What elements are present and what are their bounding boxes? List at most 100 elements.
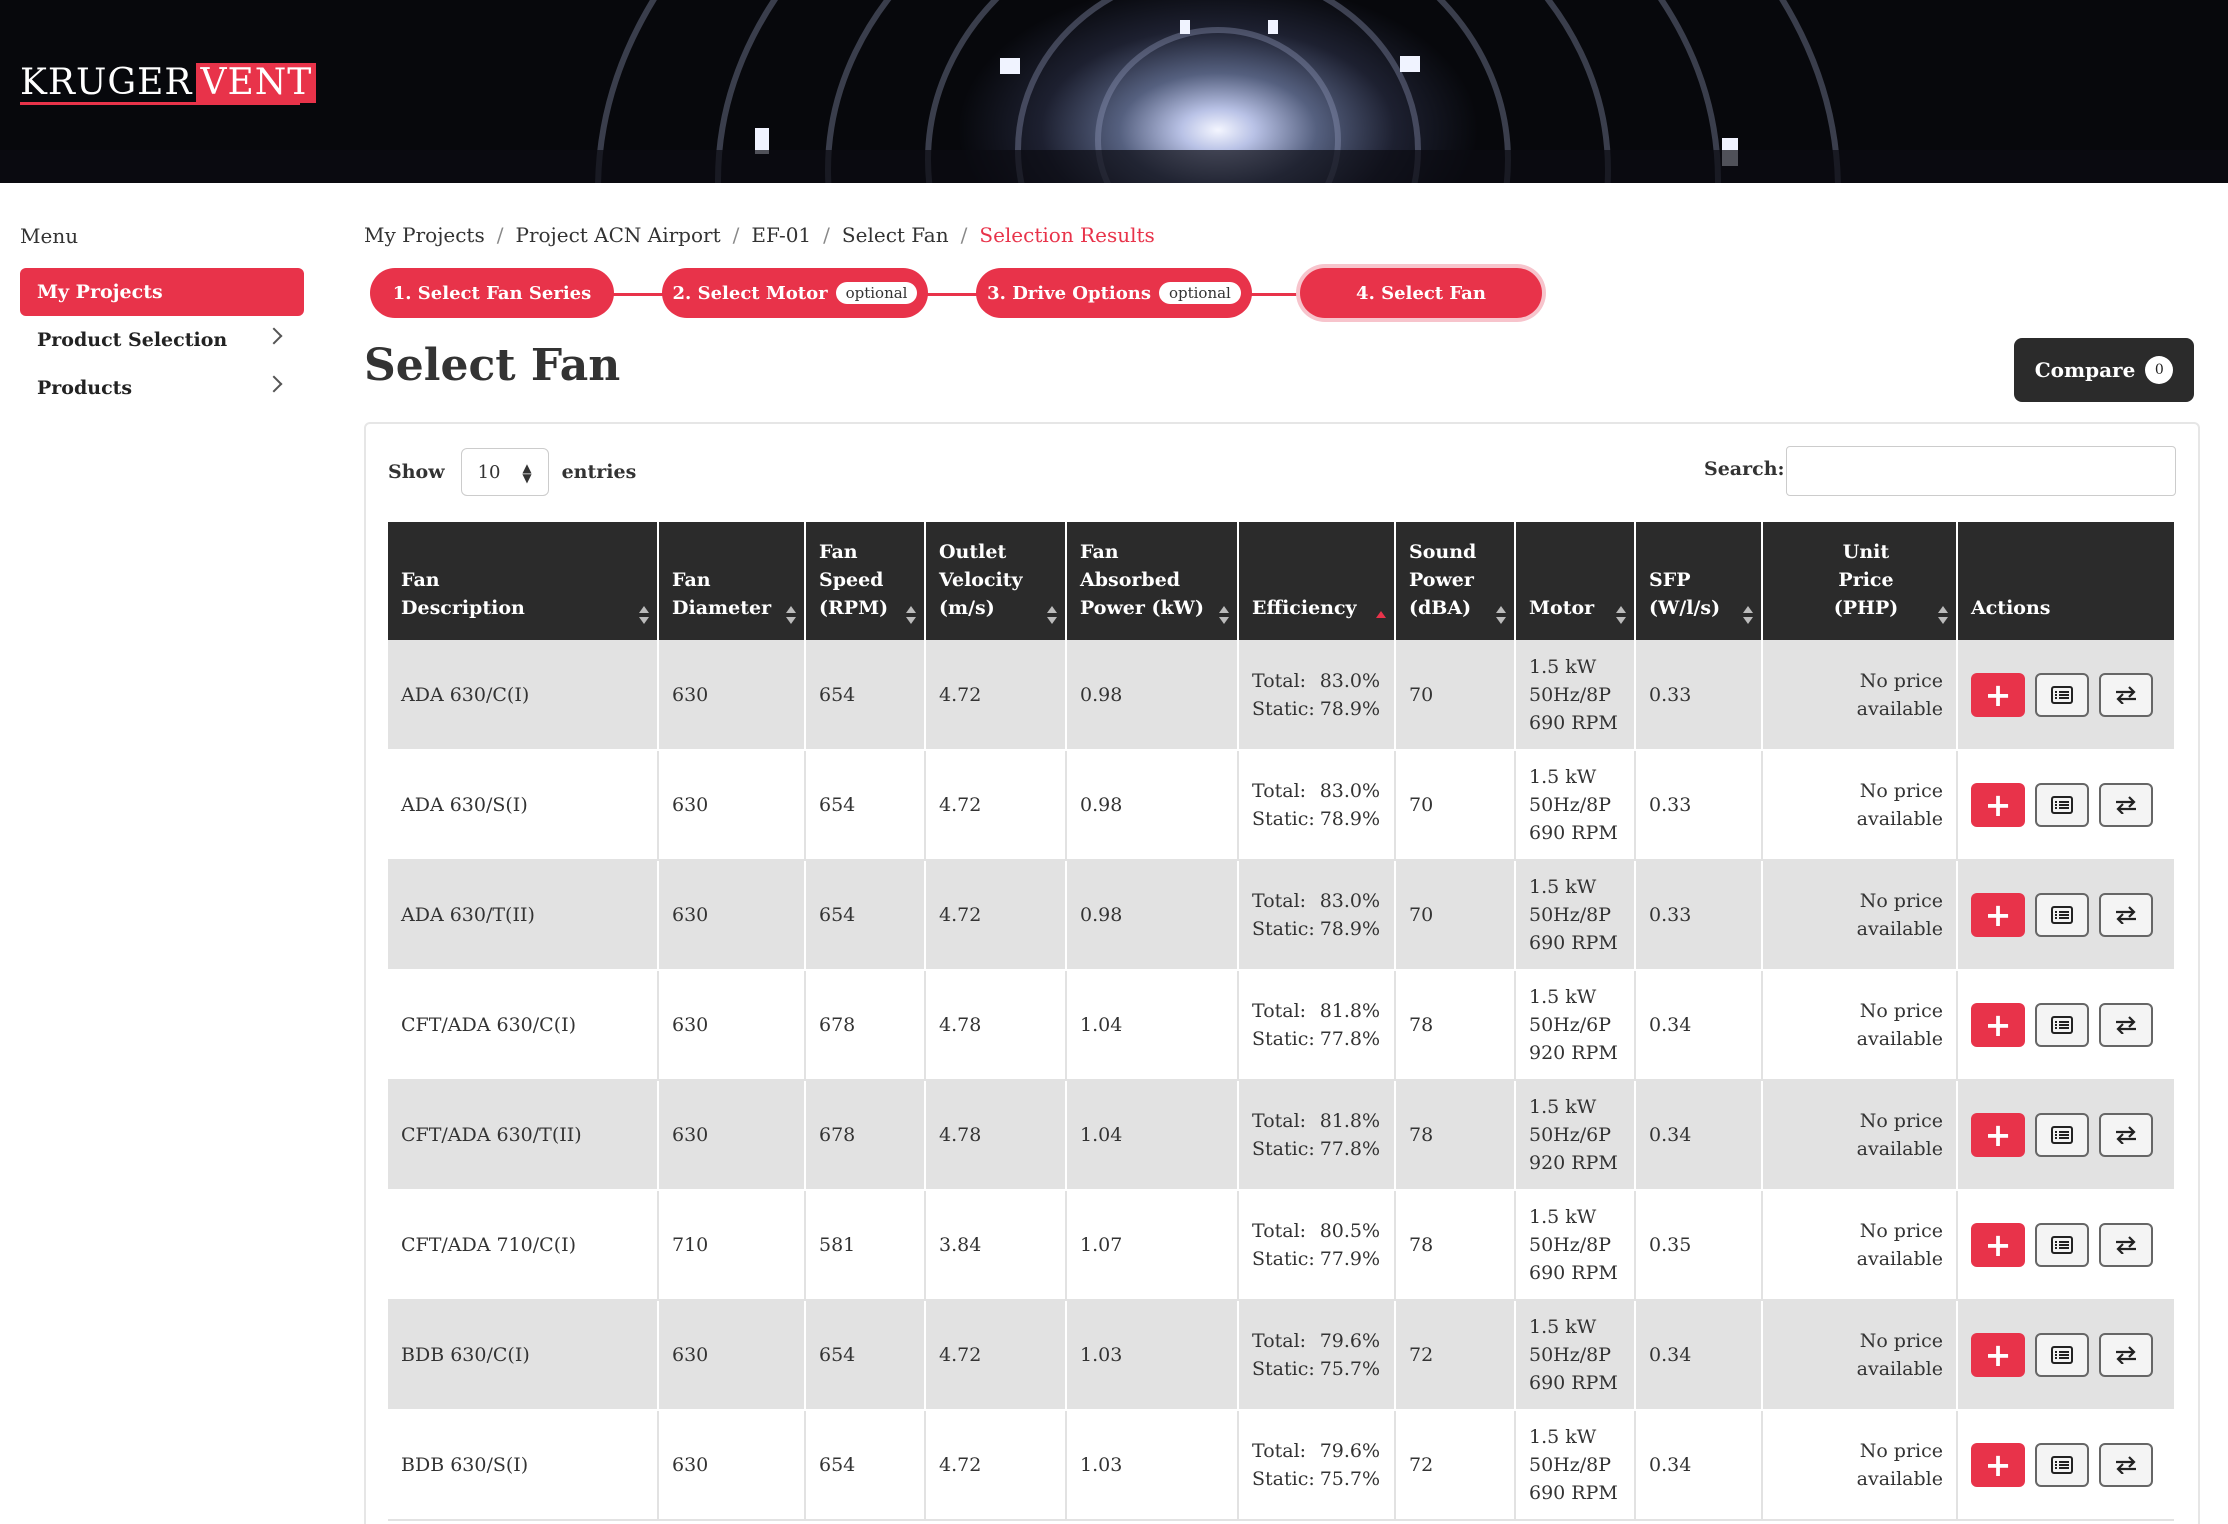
- view-details-button[interactable]: [2035, 1333, 2089, 1377]
- entries-value: 10: [477, 461, 501, 483]
- cell-fan-description: CFT/ADA 710/C(I): [388, 1190, 659, 1301]
- cell-efficiency: Total: 81.8% Static: 77.8%: [1238, 970, 1396, 1081]
- column-header-sound-power[interactable]: Sound Power (dBA): [1395, 522, 1516, 640]
- step-select-fan[interactable]: 4. Select Fan: [1300, 268, 1542, 318]
- add-to-compare-button[interactable]: [2099, 1113, 2153, 1157]
- header-label: Fan Diameter: [672, 569, 772, 619]
- add-to-compare-button[interactable]: [2099, 1333, 2153, 1377]
- efficiency-static-value: 75.7%: [1319, 1468, 1381, 1490]
- view-details-button[interactable]: [2035, 1003, 2089, 1047]
- add-to-project-button[interactable]: +: [1971, 672, 2025, 717]
- cell-unit-price: No price available: [1762, 640, 1958, 751]
- motor-rpm: 690 RPM: [1529, 932, 1618, 954]
- sort-icon: [1743, 606, 1753, 624]
- add-to-project-button[interactable]: +: [1971, 1003, 2025, 1047]
- list-details-icon: [2051, 1236, 2073, 1254]
- sort-icon: [786, 606, 796, 624]
- breadcrumb-current: Selection Results: [979, 223, 1155, 247]
- cell-outlet-velocity: 4.78: [925, 1080, 1067, 1191]
- step-select-fan-series[interactable]: 1. Select Fan Series: [370, 268, 614, 318]
- cell-fan-diameter: 630: [658, 860, 806, 971]
- view-details-button[interactable]: [2035, 672, 2089, 717]
- add-to-project-button[interactable]: +: [1971, 783, 2025, 827]
- motor-power: 1.5 kW: [1529, 1096, 1597, 1118]
- breadcrumb-link-select-fan[interactable]: Select Fan: [842, 223, 949, 247]
- cell-efficiency: Total: 79.6% Static: 75.7%: [1238, 1410, 1396, 1521]
- view-details-button[interactable]: [2035, 893, 2089, 937]
- motor-power: 1.5 kW: [1529, 1206, 1597, 1228]
- view-details-button[interactable]: [2035, 783, 2089, 827]
- sidebar-item-label: Products: [37, 377, 133, 399]
- cell-motor: 1.5 kW 50Hz/8P 690 RPM: [1515, 1410, 1636, 1521]
- sort-icon: [1496, 606, 1506, 624]
- cell-fan-speed: 581: [805, 1190, 926, 1301]
- motor-frequency-poles: 50Hz/8P: [1529, 904, 1612, 926]
- breadcrumb-link-project[interactable]: Project ACN Airport: [515, 223, 720, 247]
- sort-icon: [906, 606, 916, 624]
- breadcrumb-link-my-projects[interactable]: My Projects: [364, 223, 485, 247]
- plus-icon: +: [1984, 1226, 2012, 1264]
- compare-arrows-icon: [2114, 1236, 2138, 1254]
- column-header-fan-description[interactable]: Fan Description: [388, 522, 659, 640]
- column-header-fan-speed[interactable]: Fan Speed (RPM): [805, 522, 926, 640]
- cell-fan-speed: 654: [805, 1300, 926, 1411]
- add-to-project-button[interactable]: +: [1971, 1443, 2025, 1487]
- step-label: 4. Select Fan: [1356, 282, 1486, 304]
- cell-efficiency: Total: 83.0% Static: 78.9%: [1238, 860, 1396, 971]
- add-to-compare-button[interactable]: [2099, 672, 2153, 717]
- compare-arrows-icon: [2114, 685, 2138, 704]
- column-header-outlet-velocity[interactable]: Outlet Velocity (m/s): [925, 522, 1067, 640]
- step-select-motor[interactable]: 2. Select Motor optional: [662, 268, 928, 318]
- search-input[interactable]: [1786, 446, 2176, 496]
- sidebar-item-products[interactable]: Products: [20, 364, 304, 412]
- motor-rpm: 690 RPM: [1529, 1372, 1618, 1394]
- table-row: ADA 630/C(I) 630 654 4.72 0.98 Total: 83.0% Sta…: [388, 640, 2174, 751]
- table-row: BDB 630/S(I) 630 654 4.72 1.03 Total: 79.6% Sta…: [388, 1410, 2174, 1521]
- motor-power: 1.5 kW: [1529, 1316, 1597, 1338]
- cell-fan-diameter: 630: [658, 1080, 806, 1191]
- cell-efficiency: Total: 83.0% Static: 78.9%: [1238, 640, 1396, 751]
- breadcrumb-link-ef01[interactable]: EF-01: [751, 223, 811, 247]
- cell-fan-diameter: 630: [658, 1410, 806, 1521]
- cell-outlet-velocity: 4.72: [925, 1300, 1067, 1411]
- view-details-button[interactable]: [2035, 1223, 2089, 1267]
- column-header-motor[interactable]: Motor: [1515, 522, 1636, 640]
- header-label: Outlet Velocity (m/s): [939, 541, 1023, 619]
- efficiency-total-value: 83.0%: [1319, 780, 1381, 802]
- compare-arrows-icon: [2114, 1126, 2138, 1144]
- add-to-project-button[interactable]: +: [1971, 1333, 2025, 1377]
- add-to-compare-button[interactable]: [2099, 1223, 2153, 1267]
- cell-absorbed-power: 0.98: [1066, 640, 1239, 751]
- efficiency-total-label: Total:: [1252, 1330, 1307, 1352]
- compare-arrows-icon: [2114, 1456, 2138, 1474]
- cell-sfp: 0.35: [1635, 1190, 1763, 1301]
- cell-motor: 1.5 kW 50Hz/6P 920 RPM: [1515, 970, 1636, 1081]
- entries-select[interactable]: 10 ▲ ▼: [460, 448, 549, 496]
- sidebar-item-my-projects[interactable]: My Projects: [20, 268, 304, 316]
- kruger-vent-logo[interactable]: KRUGER VENT: [20, 61, 317, 105]
- column-header-fan-diameter[interactable]: Fan Diameter: [658, 522, 806, 640]
- header-label: Efficiency: [1252, 597, 1357, 619]
- view-details-button[interactable]: [2035, 1443, 2089, 1487]
- cell-fan-diameter: 630: [658, 1300, 806, 1411]
- column-header-sfp[interactable]: SFP (W/l/s): [1635, 522, 1763, 640]
- column-header-efficiency[interactable]: Efficiency: [1238, 522, 1396, 640]
- add-to-project-button[interactable]: +: [1971, 1113, 2025, 1157]
- add-to-compare-button[interactable]: [2099, 1443, 2153, 1487]
- add-to-compare-button[interactable]: [2099, 1003, 2153, 1047]
- add-to-compare-button[interactable]: [2099, 893, 2153, 937]
- column-header-unit-price[interactable]: Unit Price (PHP): [1762, 522, 1958, 640]
- sort-icon: [1219, 606, 1229, 624]
- compare-arrows-icon: [2114, 1346, 2138, 1364]
- add-to-compare-button[interactable]: [2099, 783, 2153, 827]
- add-to-project-button[interactable]: +: [1971, 1223, 2025, 1267]
- compare-button[interactable]: Compare 0: [2014, 338, 2194, 402]
- sidebar-item-product-selection[interactable]: Product Selection: [20, 316, 304, 364]
- cell-unit-price: No price available: [1762, 1190, 1958, 1301]
- step-drive-options[interactable]: 3. Drive Options optional: [976, 268, 1252, 318]
- add-to-project-button[interactable]: +: [1971, 893, 2025, 937]
- results-table: Fan Description Fan Diameter Fan Speed (…: [388, 522, 2174, 1521]
- view-details-button[interactable]: [2035, 1113, 2089, 1157]
- cell-motor: 1.5 kW 50Hz/8P 690 RPM: [1515, 860, 1636, 971]
- column-header-fan-absorbed-power[interactable]: Fan Absorbed Power (kW): [1066, 522, 1239, 640]
